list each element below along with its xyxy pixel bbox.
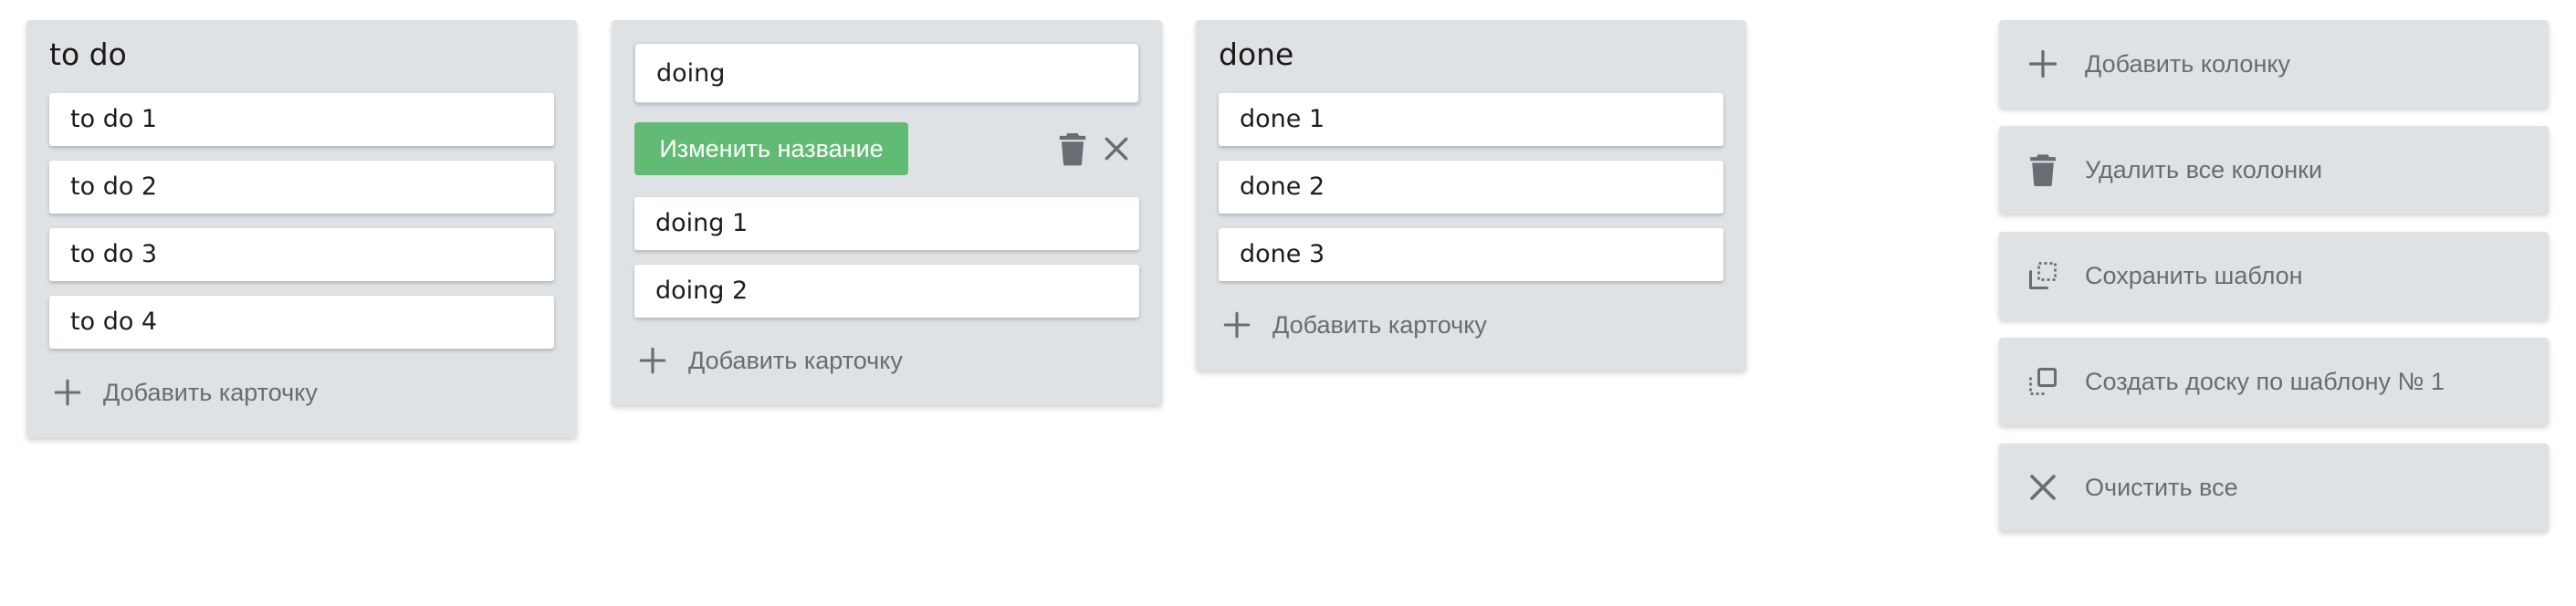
add-card-label: Добавить карточку xyxy=(688,346,903,374)
add-card-button[interactable]: Добавить карточку xyxy=(1221,305,1487,345)
create-from-template-button[interactable]: Создать доску по шаблону № 1 xyxy=(1999,338,2549,425)
delete-all-columns-label: Удалить все колонки xyxy=(2085,155,2323,183)
delete-all-columns-button[interactable]: Удалить все колонки xyxy=(1999,126,2549,214)
close-icon xyxy=(2030,475,2056,500)
create-from-template-icon xyxy=(2029,368,2057,395)
add-card-label: Добавить карточку xyxy=(103,378,318,406)
plus-icon xyxy=(2028,49,2058,78)
trash-icon xyxy=(1059,133,1086,166)
add-column-button[interactable]: Добавить колонку xyxy=(1999,20,2549,108)
card[interactable]: done 1 xyxy=(1219,93,1723,146)
card[interactable]: done 2 xyxy=(1219,161,1723,214)
column-todo: to do to do 1 to do 2 to do 3 to do 4 До… xyxy=(26,20,577,438)
column-title-input[interactable] xyxy=(634,43,1139,103)
delete-column-button[interactable] xyxy=(1052,129,1093,169)
plus-icon xyxy=(54,379,81,406)
clear-all-label: Очистить все xyxy=(2085,473,2238,501)
clear-all-button[interactable]: Очистить все xyxy=(1999,444,2549,531)
add-card-button[interactable]: Добавить карточку xyxy=(637,340,903,381)
column-title[interactable]: done xyxy=(1219,37,1293,72)
column-doing: Изменить название doing 1 doing 2 Добави… xyxy=(612,20,1162,405)
card[interactable]: doing 2 xyxy=(634,265,1139,318)
create-from-template-label: Создать доску по шаблону № 1 xyxy=(2085,367,2445,395)
card[interactable]: to do 2 xyxy=(49,161,554,214)
plus-icon xyxy=(1223,311,1251,339)
add-column-label: Добавить колонку xyxy=(2085,49,2290,78)
column-title[interactable]: to do xyxy=(49,37,127,72)
card[interactable]: to do 1 xyxy=(49,93,554,146)
rename-column-button[interactable]: Изменить название xyxy=(634,122,908,175)
card[interactable]: done 3 xyxy=(1219,228,1723,281)
add-card-label: Добавить карточку xyxy=(1272,310,1487,339)
save-template-label: Сохранить шаблон xyxy=(2085,261,2303,289)
column-done: done done 1 done 2 done 3 Добавить карто… xyxy=(1196,20,1746,371)
close-icon xyxy=(1105,137,1128,161)
card[interactable]: to do 4 xyxy=(49,296,554,349)
save-template-button[interactable]: Сохранить шаблон xyxy=(1999,232,2549,319)
card[interactable]: doing 1 xyxy=(634,197,1139,250)
save-template-icon xyxy=(2029,262,2057,289)
cancel-edit-button[interactable] xyxy=(1096,129,1136,169)
add-card-button[interactable]: Добавить карточку xyxy=(52,372,318,413)
card[interactable]: to do 3 xyxy=(49,228,554,281)
trash-icon xyxy=(2030,154,2056,186)
plus-icon xyxy=(639,347,666,374)
